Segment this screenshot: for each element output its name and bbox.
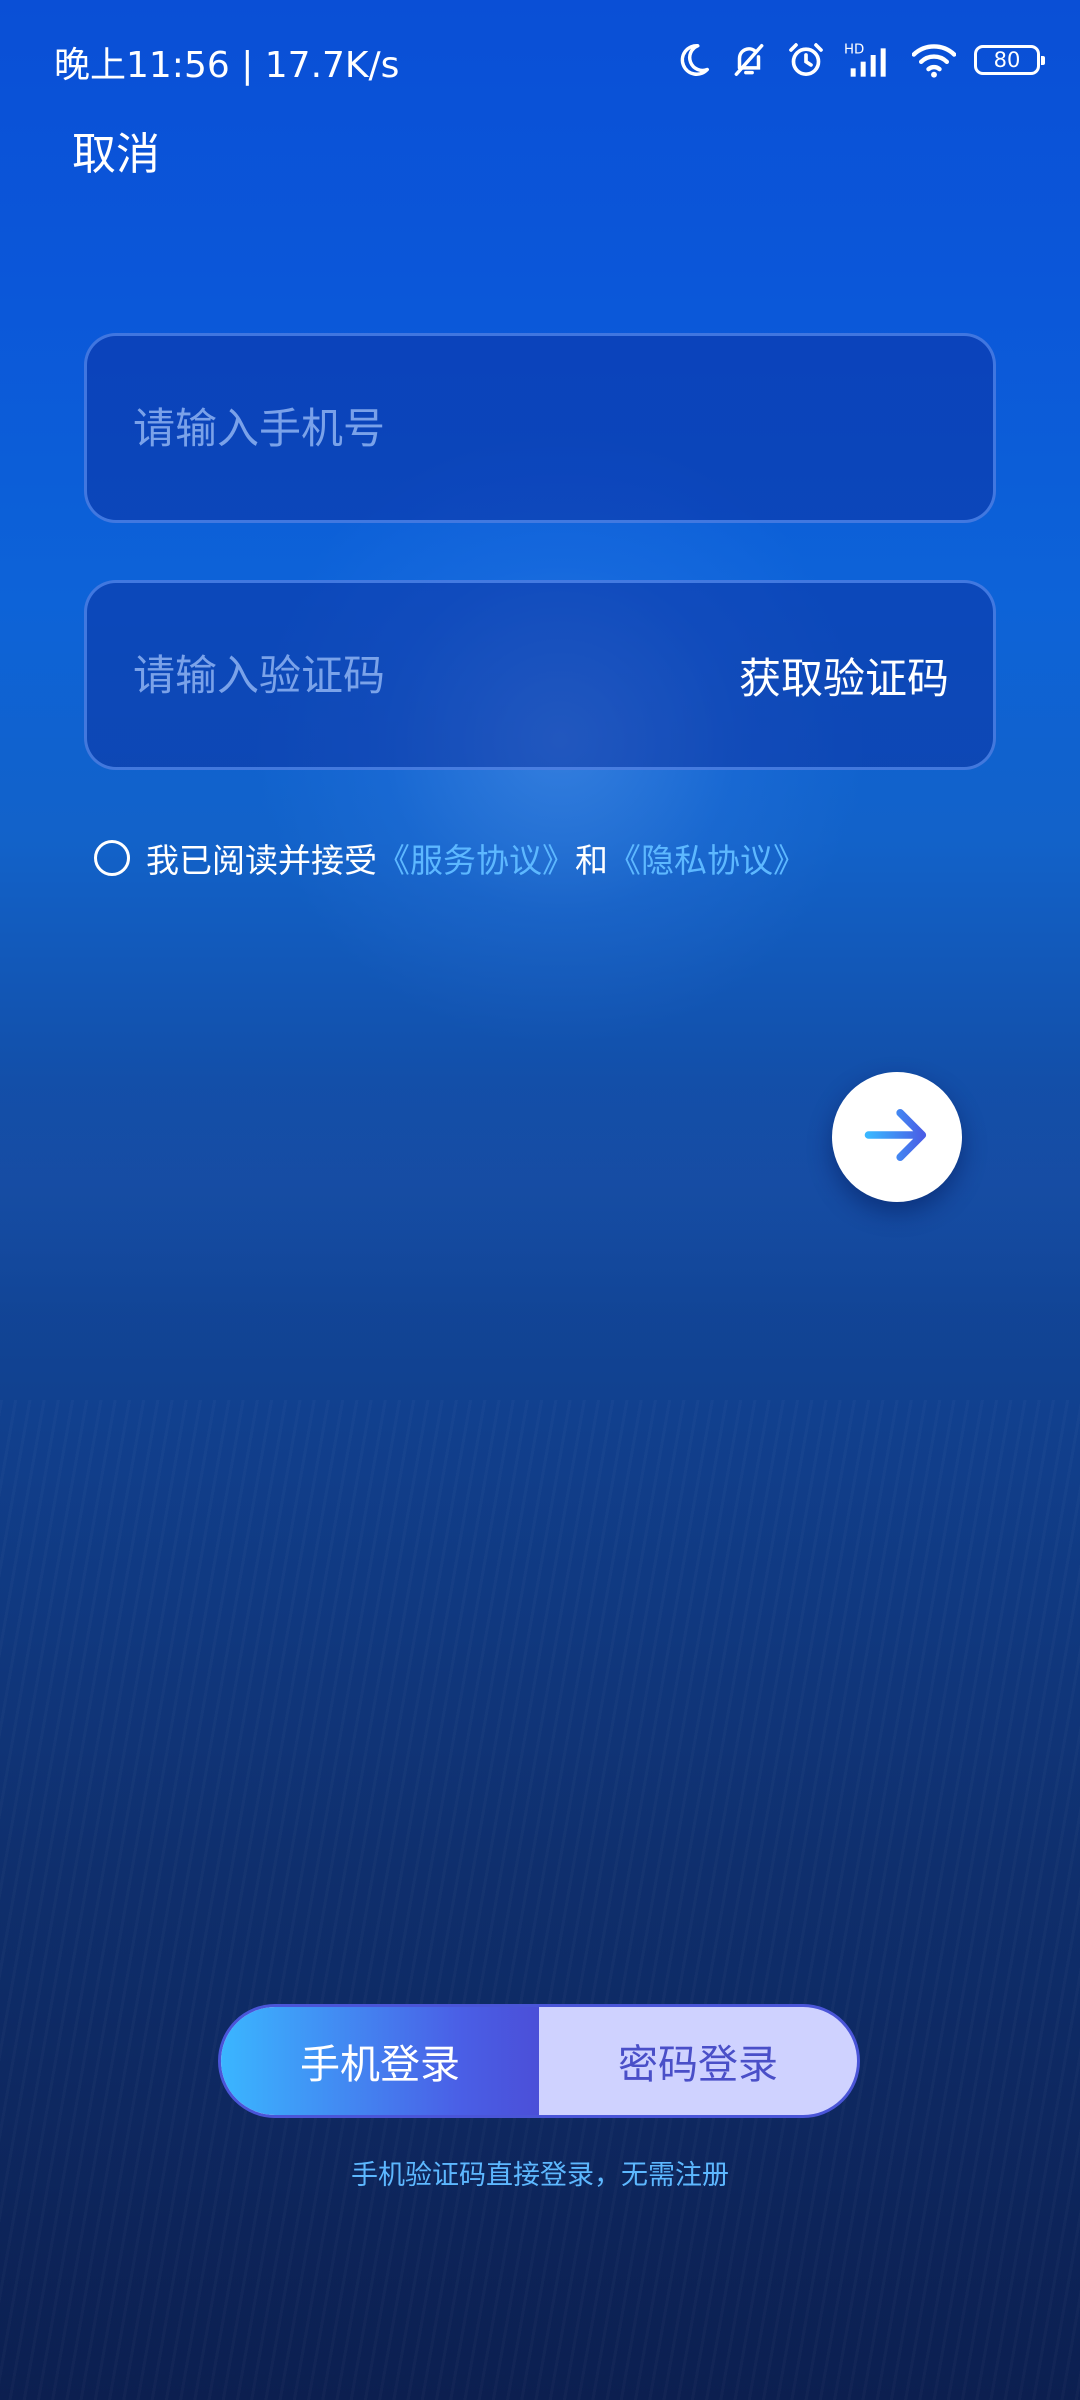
agreement-checkbox[interactable]: [94, 840, 130, 876]
status-time-speed: 晚上11:56 | 17.7K/s: [54, 45, 400, 86]
battery-level: 80: [993, 48, 1021, 72]
svg-text:HD: HD: [844, 42, 864, 57]
phone-field: [84, 333, 996, 523]
status-bar: 晚上11:56 | 17.7K/s HD 80: [0, 0, 1080, 120]
verification-code-input[interactable]: [131, 649, 739, 701]
alarm-icon: [786, 40, 826, 80]
status-icons: HD 80: [674, 36, 1045, 84]
get-code-button[interactable]: 获取验证码: [739, 645, 949, 706]
phone-input[interactable]: [131, 402, 949, 454]
agreement-row: 我已阅读并接受 《服务协议》 和 《隐私协议》: [94, 834, 806, 882]
service-agreement-link[interactable]: 《服务协议》: [377, 834, 575, 882]
bell-off-icon: [730, 41, 768, 79]
agreement-prefix: 我已阅读并接受: [146, 841, 377, 880]
battery-icon: 80: [974, 45, 1045, 75]
code-field: 获取验证码: [84, 580, 996, 770]
phone-login-tab[interactable]: 手机登录: [221, 2007, 539, 2115]
hd-signal-icon: HD: [844, 40, 894, 80]
wifi-icon: [912, 40, 956, 80]
next-button[interactable]: [832, 1072, 962, 1202]
background-field: [0, 1400, 1080, 2400]
arrow-right-icon: [859, 1097, 935, 1177]
agreement-conjunction: 和: [575, 841, 608, 880]
password-login-tab[interactable]: 密码登录: [539, 2007, 857, 2115]
login-hint: 手机验证码直接登录，无需注册: [351, 2160, 729, 2191]
moon-icon: [674, 41, 712, 79]
login-mode-toggle: 手机登录 密码登录: [218, 2004, 860, 2118]
cancel-button[interactable]: 取消: [72, 118, 160, 182]
privacy-agreement-link[interactable]: 《隐私协议》: [608, 834, 806, 882]
